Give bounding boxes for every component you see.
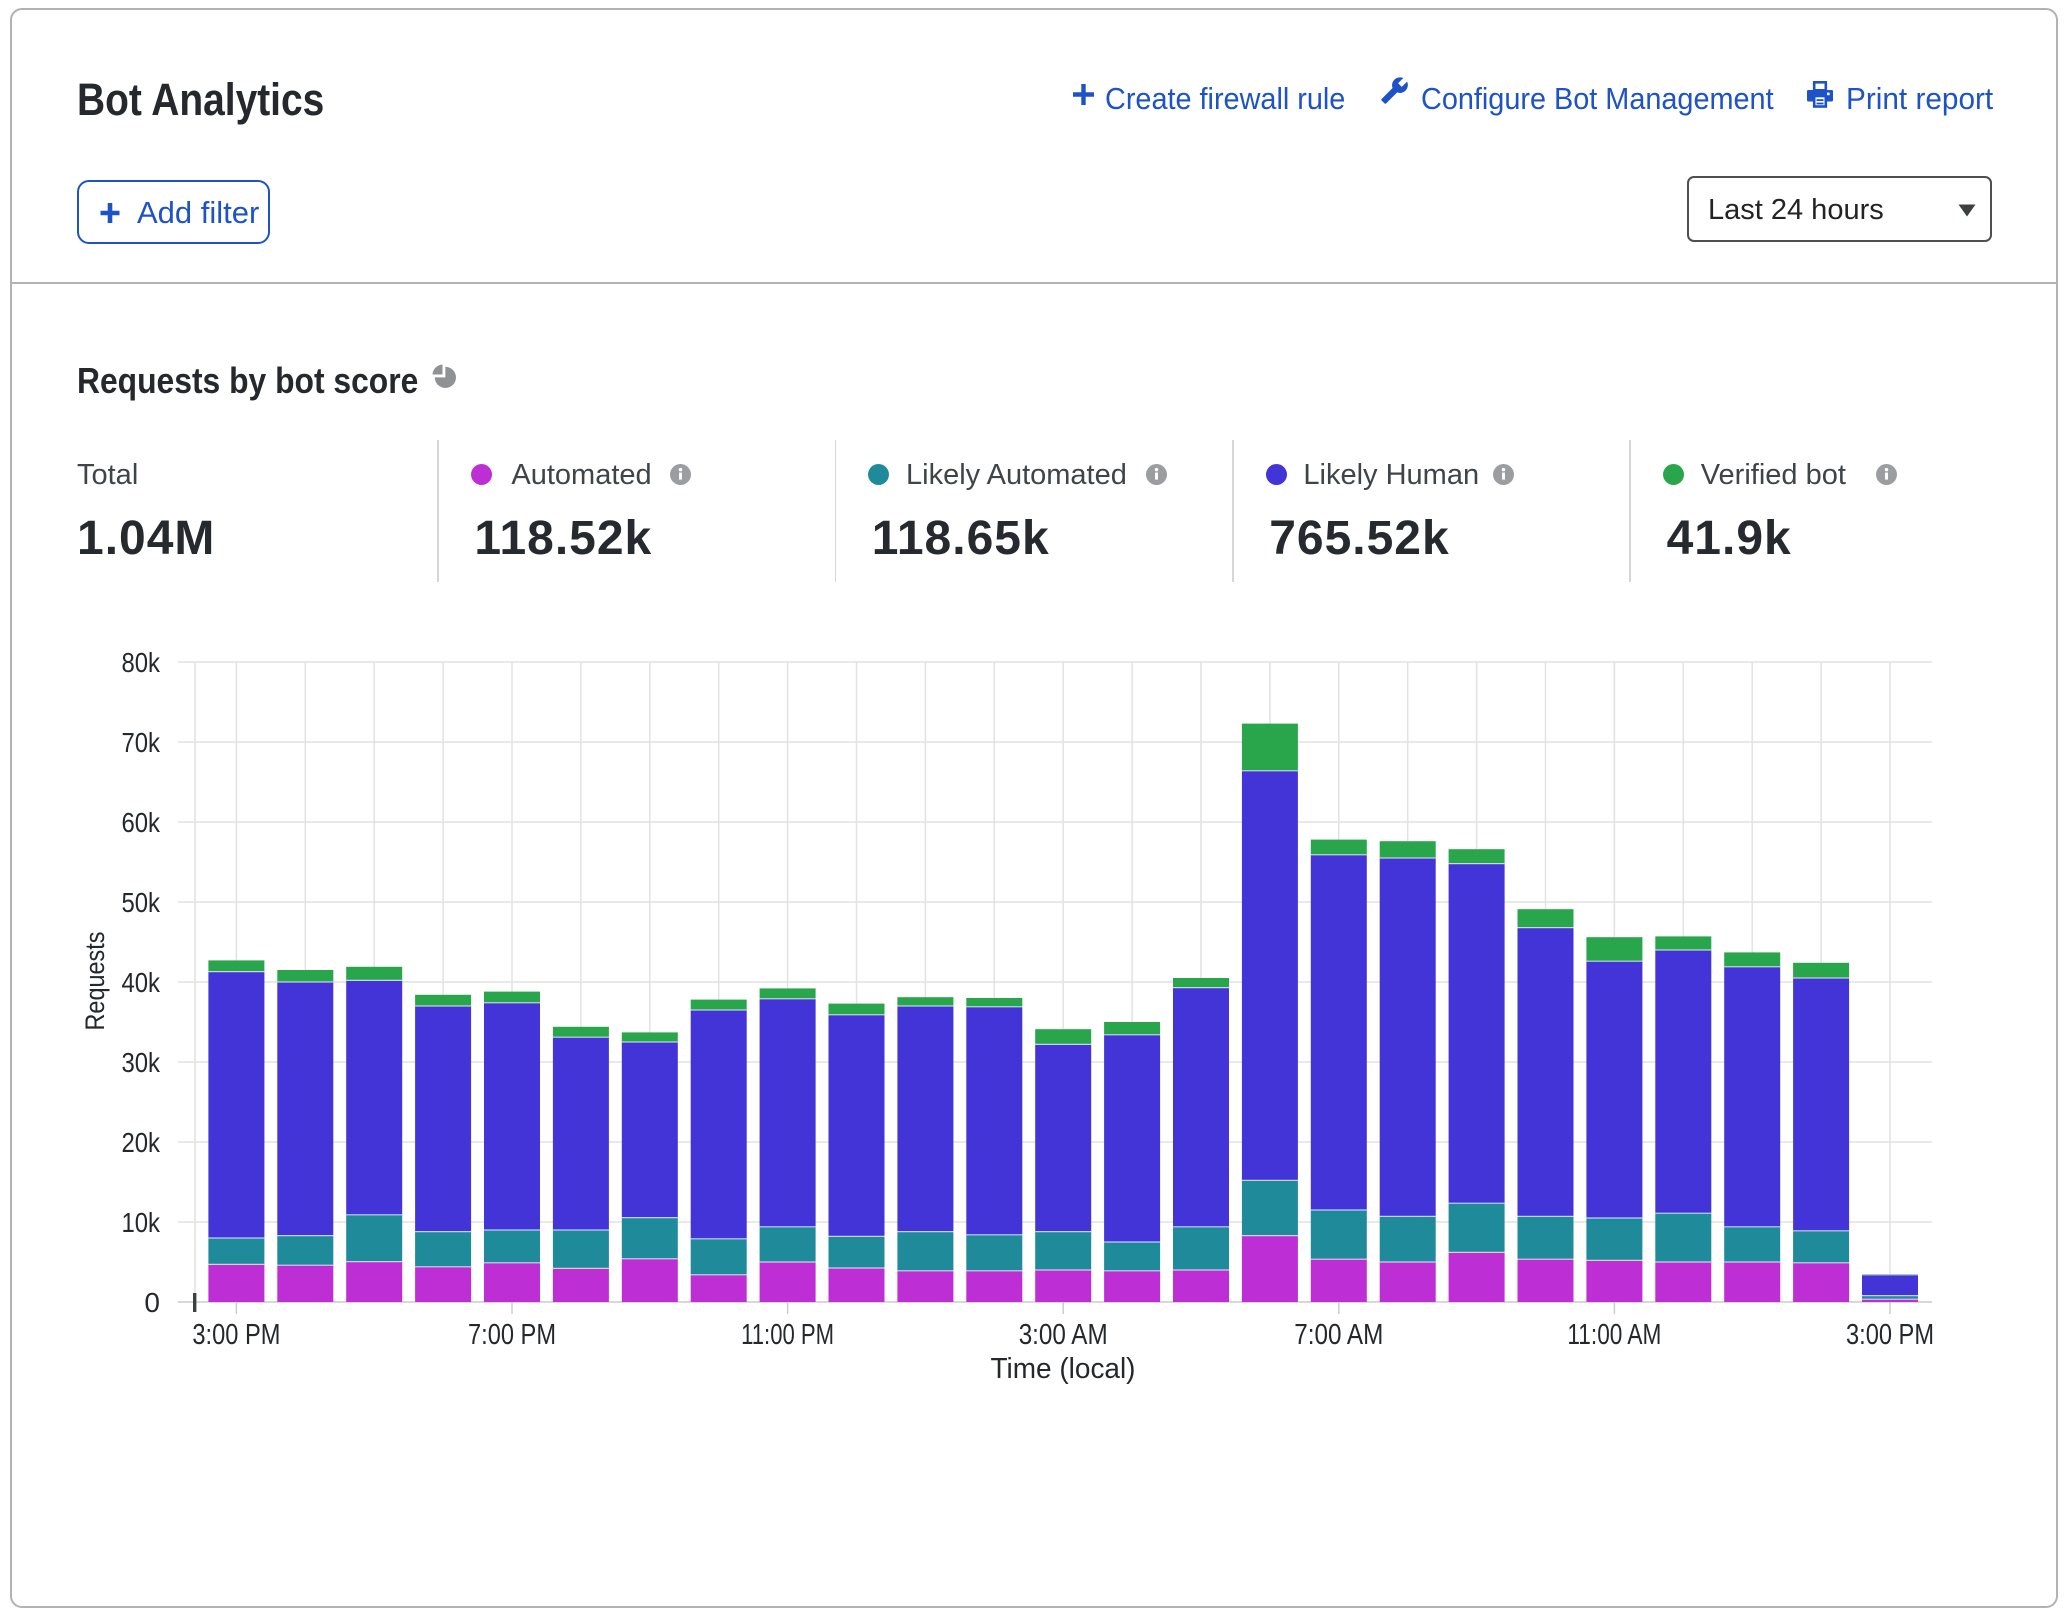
svg-text:50k: 50k [122, 887, 161, 918]
svg-text:7:00 AM: 7:00 AM [1294, 1319, 1383, 1351]
svg-text:10k: 10k [122, 1207, 161, 1238]
svg-text:11:00 AM: 11:00 AM [1567, 1319, 1661, 1351]
svg-text:11:00 PM: 11:00 PM [741, 1319, 834, 1351]
svg-text:30k: 30k [122, 1047, 161, 1078]
svg-text:3:00 PM: 3:00 PM [192, 1319, 280, 1351]
svg-text:20k: 20k [122, 1127, 161, 1158]
svg-text:7:00 PM: 7:00 PM [468, 1319, 556, 1351]
svg-text:70k: 70k [122, 727, 161, 758]
svg-text:40k: 40k [122, 967, 161, 998]
svg-text:3:00 PM: 3:00 PM [1846, 1319, 1934, 1351]
svg-text:60k: 60k [122, 807, 161, 838]
svg-text:Requests: Requests [80, 932, 110, 1031]
svg-text:3:00 AM: 3:00 AM [1019, 1319, 1108, 1351]
svg-text:Time (local): Time (local) [991, 1353, 1136, 1385]
svg-text:80k: 80k [122, 647, 161, 678]
svg-text:0: 0 [144, 1287, 160, 1318]
